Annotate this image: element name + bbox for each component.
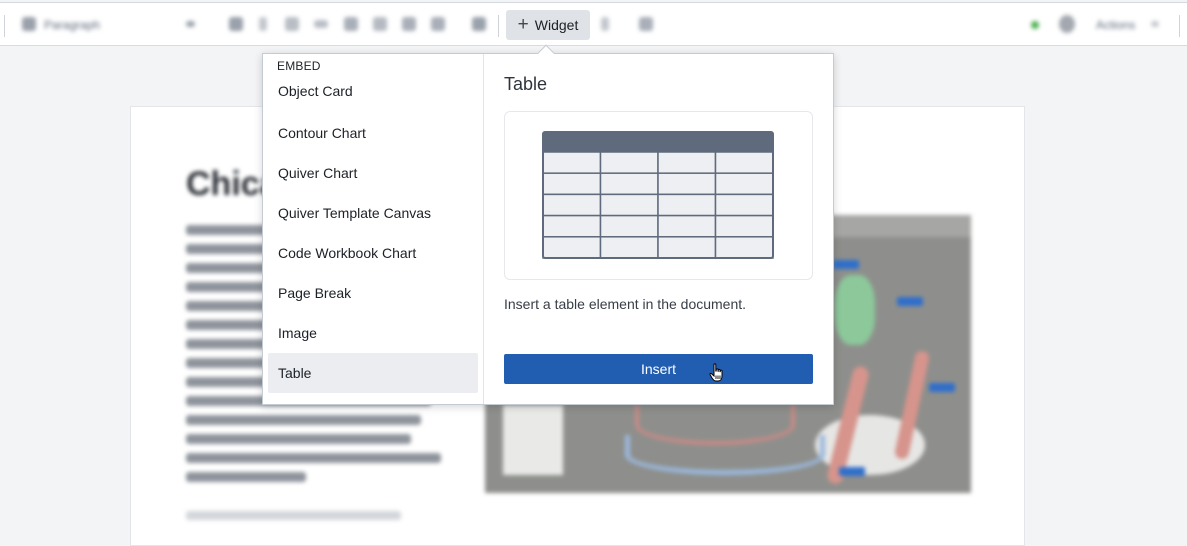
bold-icon[interactable]	[229, 17, 243, 31]
plus-icon: +	[517, 13, 529, 35]
paragraph-style-select[interactable]: Paragraph	[44, 18, 100, 32]
table-preview-cell	[542, 214, 602, 238]
table-preview-cell	[714, 151, 774, 174]
chevron-right-icon[interactable]	[601, 17, 609, 31]
menu-item-code-workbook-chart[interactable]: Code Workbook Chart	[268, 233, 478, 273]
table-preview-cell	[599, 172, 659, 196]
table-preview-cell	[599, 193, 659, 217]
widget-menu: EMBED Object Card Contour Chart Quiver C…	[263, 54, 484, 404]
avatar-icon[interactable]	[1059, 15, 1075, 33]
table-preview-cell	[714, 172, 774, 196]
text-color-icon[interactable]	[402, 17, 416, 31]
insert-button[interactable]: Insert	[504, 354, 813, 384]
menu-item-quiver-chart[interactable]: Quiver Chart	[268, 153, 478, 193]
table-preview-cell	[714, 214, 774, 238]
widget-detail-description: Insert a table element in the document.	[504, 296, 747, 312]
widget-detail-panel: Table Insert a table element in the docu…	[484, 54, 833, 404]
italic-icon[interactable]	[259, 17, 267, 31]
strikethrough-icon[interactable]	[344, 17, 358, 31]
table-preview-icon	[542, 131, 774, 259]
widget-button[interactable]: + Widget	[506, 10, 590, 40]
table-preview-cell	[657, 151, 717, 174]
underline-icon[interactable]	[285, 17, 299, 31]
editor-placeholder-hint	[186, 511, 401, 520]
chevron-down-icon	[186, 21, 195, 27]
menu-item-table[interactable]: Table	[268, 353, 478, 393]
align-icon[interactable]	[472, 17, 486, 31]
menu-item-quiver-template-canvas[interactable]: Quiver Template Canvas	[268, 193, 478, 233]
table-preview-cell	[657, 193, 717, 217]
toolbar-divider	[498, 15, 499, 37]
table-preview-cell	[657, 172, 717, 196]
table-preview-cell	[542, 151, 602, 174]
menu-section-header: EMBED	[277, 59, 321, 73]
table-preview-cell	[714, 236, 774, 259]
paragraph-icon	[22, 17, 36, 31]
toolbar-divider	[1179, 15, 1180, 37]
menu-item-image[interactable]: Image	[268, 313, 478, 353]
menu-item-contour-chart[interactable]: Contour Chart	[268, 113, 478, 153]
widget-button-label: Widget	[534, 17, 579, 33]
menu-item-page-break[interactable]: Page Break	[268, 273, 478, 313]
table-preview-cell	[657, 236, 717, 259]
highlight-icon[interactable]	[431, 17, 445, 31]
toolbar-divider	[4, 15, 5, 37]
widget-popover: EMBED Object Card Contour Chart Quiver C…	[262, 53, 834, 405]
table-preview-cell	[599, 236, 659, 259]
table-preview-header	[543, 132, 773, 152]
table-preview-cell	[599, 151, 659, 174]
menu-item-object-card[interactable]: Object Card	[268, 77, 478, 113]
widget-detail-title: Table	[504, 74, 548, 94]
code-icon[interactable]	[314, 20, 328, 28]
map-legend	[503, 405, 563, 475]
attachment-icon[interactable]	[639, 17, 653, 31]
link-icon[interactable]	[373, 17, 387, 31]
table-preview-cell	[542, 236, 602, 259]
chevron-down-icon	[1151, 21, 1159, 27]
table-preview-cell	[599, 214, 659, 238]
hand-pointer-cursor-icon	[709, 363, 723, 382]
table-preview-cell	[542, 193, 602, 217]
editor-toolbar: Paragraph + Widget Actions	[0, 3, 1187, 46]
table-preview-cell	[714, 193, 774, 217]
actions-menu[interactable]: Actions	[1096, 18, 1135, 32]
table-preview-card	[504, 111, 813, 280]
table-preview-cell	[657, 214, 717, 238]
status-dot-icon	[1031, 21, 1039, 29]
table-preview-cell	[542, 172, 602, 196]
